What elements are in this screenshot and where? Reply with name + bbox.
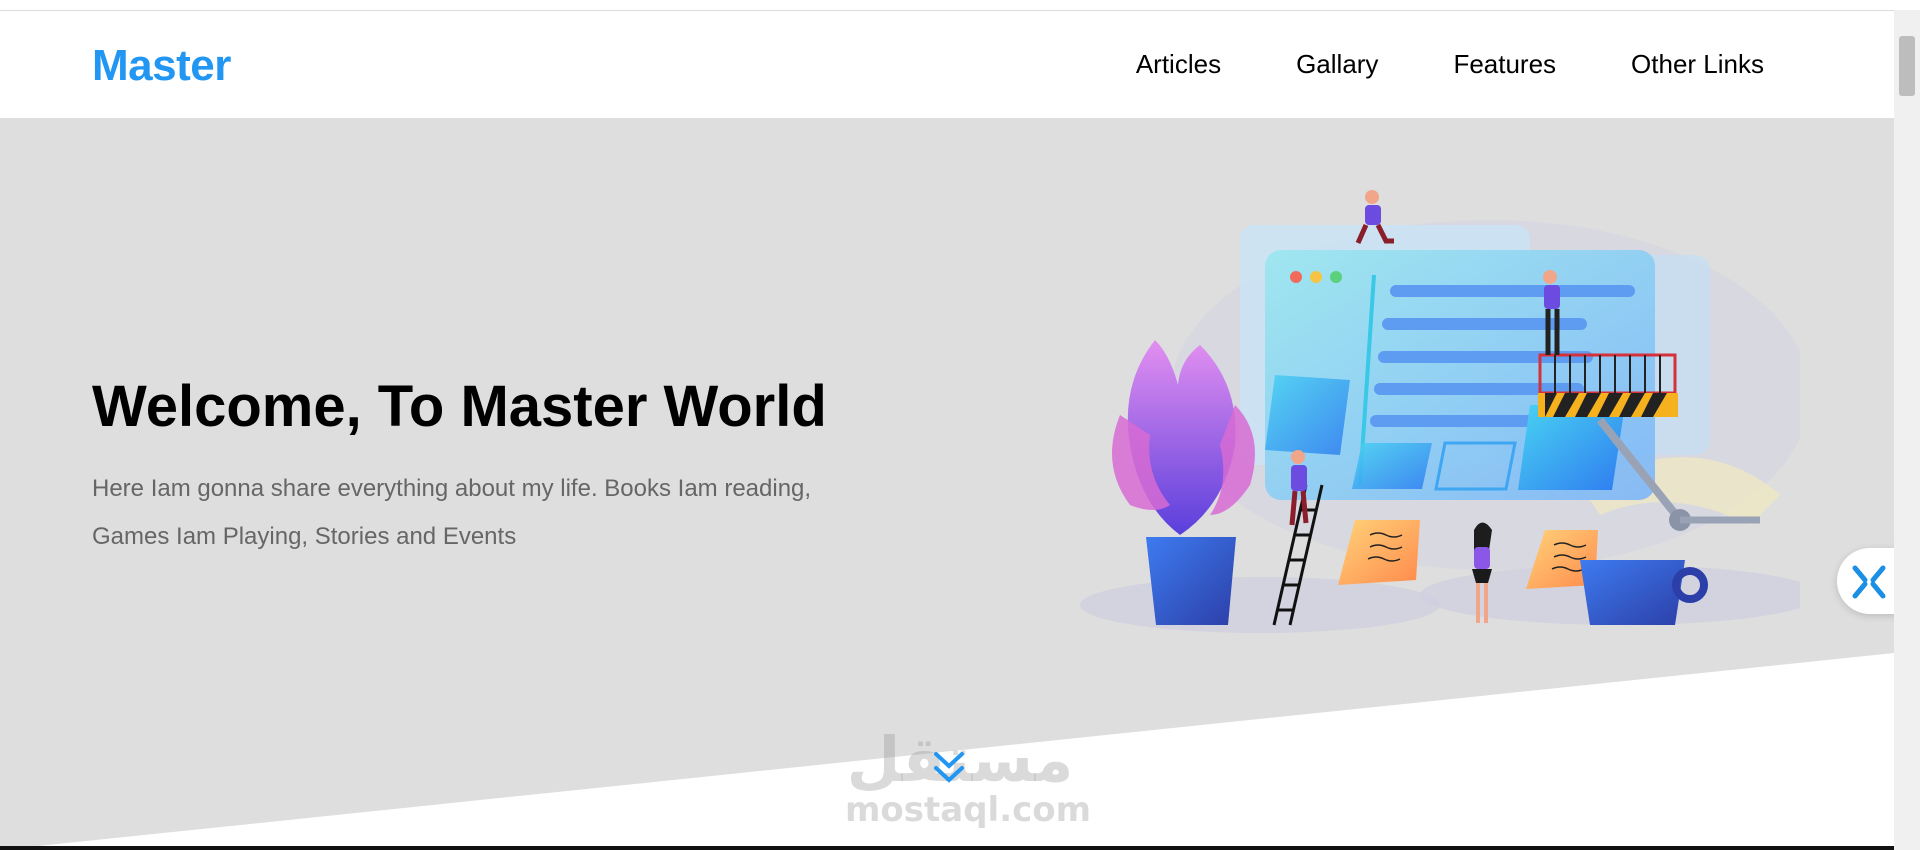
side-widget-button[interactable] — [1837, 548, 1899, 614]
scrollbar-thumb[interactable] — [1899, 36, 1915, 96]
nav-link-articles[interactable]: Articles — [1136, 49, 1221, 80]
double-chevron-down-icon — [934, 752, 964, 783]
close-x-icon — [1852, 565, 1886, 599]
nav-link-other-links[interactable]: Other Links — [1631, 49, 1764, 80]
nav-link-gallary[interactable]: Gallary — [1296, 49, 1378, 80]
browser-top-edge — [0, 0, 1894, 11]
watermark-latin: mostaql.com — [845, 790, 1092, 830]
hero-title: Welcome, To Master World — [92, 374, 827, 439]
scroll-down-button[interactable] — [932, 748, 966, 786]
hero-illustration — [1080, 190, 1800, 633]
hero-description: Here Iam gonna share everything about my… — [92, 475, 812, 550]
nav-link-features[interactable]: Features — [1453, 49, 1556, 80]
bottom-edge — [0, 846, 1894, 850]
site-logo[interactable]: Master — [92, 41, 231, 91]
page-scrollbar[interactable] — [1894, 10, 1920, 850]
main-nav: Articles Gallary Features Other Links — [1061, 49, 1764, 80]
site-header: Master Articles Gallary Features Other L… — [0, 11, 1894, 118]
